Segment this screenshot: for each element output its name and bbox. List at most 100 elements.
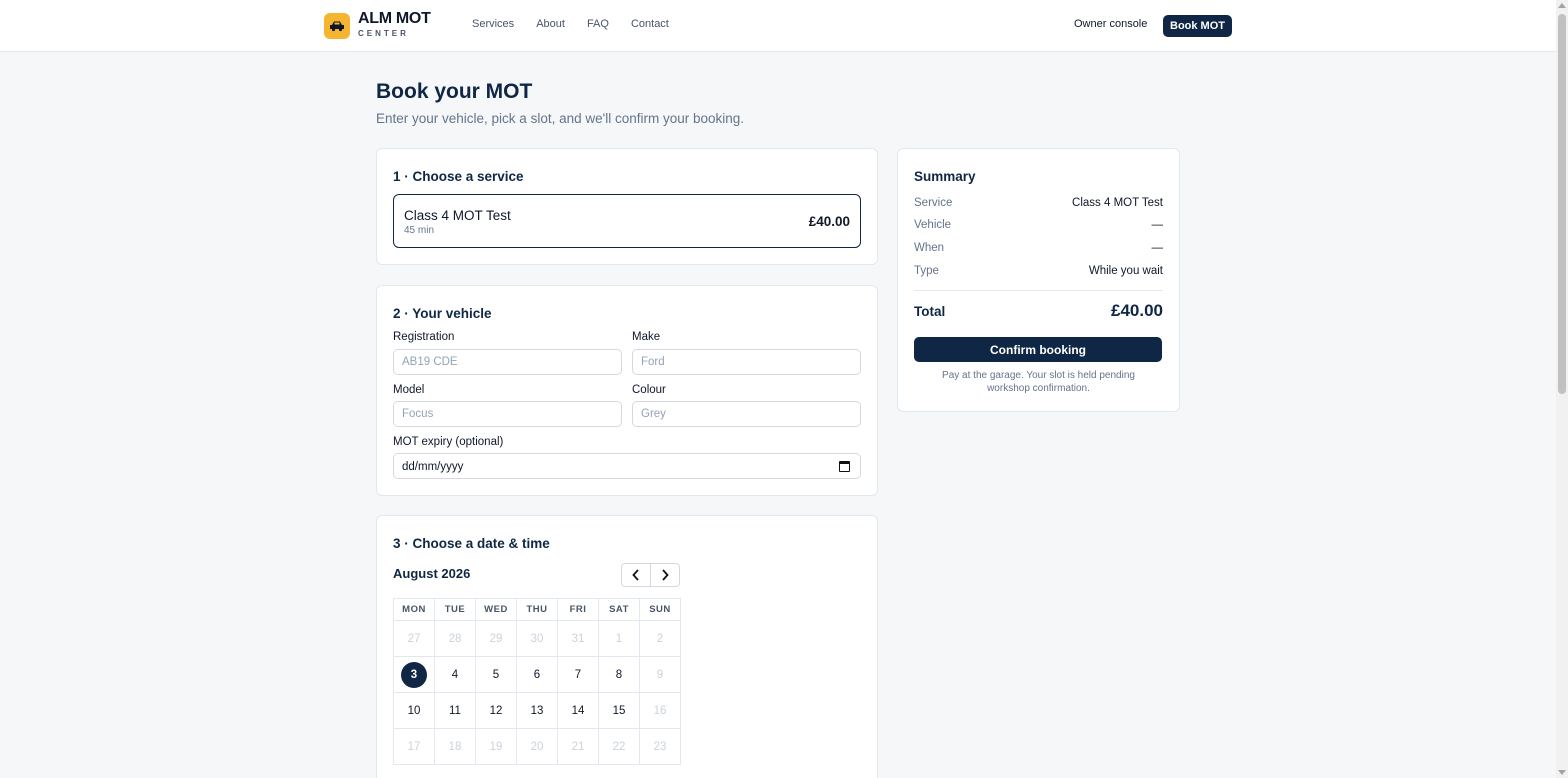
summary-value: — xyxy=(1151,219,1164,231)
nav-faq[interactable]: FAQ xyxy=(587,18,609,30)
calendar-day[interactable]: 11 xyxy=(435,693,476,729)
summary-key: Vehicle xyxy=(914,219,952,231)
calendar-day-selected[interactable]: 3 xyxy=(394,657,435,693)
vehicle-card: 2 · Your vehicle Registration Make Model… xyxy=(376,285,878,496)
page-subtitle: Enter your vehicle, pick a slot, and we'… xyxy=(376,111,745,126)
calendar-day-number: 17 xyxy=(407,740,421,753)
calendar-day[interactable]: 6 xyxy=(517,657,558,693)
calendar-day-number: 7 xyxy=(574,668,582,681)
calendar-day: 31 xyxy=(558,621,599,657)
calendar-day-number: 27 xyxy=(407,632,421,645)
vehicle-section-title: 2 · Your vehicle xyxy=(393,306,492,321)
summary-note: Pay at the garage. Your slot is held pen… xyxy=(942,370,1135,394)
calendar-day-number: 18 xyxy=(448,740,462,753)
calendar-day-number: 19 xyxy=(489,740,503,753)
calendar-day[interactable]: 5 xyxy=(476,657,517,693)
service-option-class4[interactable]: Class 4 MOT Test 45 min £40.00 xyxy=(393,194,861,248)
summary-value: — xyxy=(1151,242,1164,254)
previous-month-button[interactable] xyxy=(621,563,651,587)
mot-expiry-date-input[interactable]: dd/mm/yyyy xyxy=(393,453,861,479)
summary-divider xyxy=(914,290,1163,291)
calendar-day[interactable]: 14 xyxy=(558,693,599,729)
calendar-day[interactable]: 12 xyxy=(476,693,517,729)
calendar-day[interactable]: 4 xyxy=(435,657,476,693)
calendar-day-number: 30 xyxy=(530,632,544,645)
nav-about[interactable]: About xyxy=(536,18,565,30)
service-section-title: 1 · Choose a service xyxy=(393,169,524,184)
calendar-day: 20 xyxy=(517,729,558,765)
chevron-right-icon xyxy=(662,569,669,581)
nav-contact[interactable]: Contact xyxy=(631,18,669,30)
mot-expiry-label: MOT expiry (optional) xyxy=(393,436,504,448)
calendar-day-number: 5 xyxy=(492,668,500,681)
brand-name[interactable]: ALM MOT xyxy=(358,10,431,28)
scroll-up-arrow-icon[interactable] xyxy=(1558,3,1566,8)
top-navbar: ALM MOT CENTER Services About FAQ Contac… xyxy=(0,0,1556,52)
calendar-day[interactable]: 13 xyxy=(517,693,558,729)
calendar-day: 18 xyxy=(435,729,476,765)
weekday-header: MON xyxy=(394,599,435,621)
calendar-day-number: 29 xyxy=(489,632,503,645)
calendar-day-number: 9 xyxy=(656,668,664,681)
total-value: £40.00 xyxy=(1111,301,1163,320)
scroll-down-arrow-icon[interactable] xyxy=(1558,770,1566,775)
weekday-header: SAT xyxy=(599,599,640,621)
make-label: Make xyxy=(632,331,661,343)
weekday-header: FRI xyxy=(558,599,599,621)
registration-label: Registration xyxy=(393,331,455,343)
weekday-header: WED xyxy=(476,599,517,621)
service-card: 1 · Choose a service Class 4 MOT Test 45… xyxy=(376,148,878,265)
calendar-day-number: 12 xyxy=(489,704,503,717)
next-month-button[interactable] xyxy=(650,563,680,587)
summary-key: Type xyxy=(914,265,939,277)
calendar-day: 30 xyxy=(517,621,558,657)
registration-input[interactable] xyxy=(393,349,622,375)
weekday-header: TUE xyxy=(435,599,476,621)
book-mot-button[interactable]: Book MOT xyxy=(1163,15,1232,37)
confirm-booking-button[interactable]: Confirm booking xyxy=(914,337,1162,362)
calendar-day-number: 4 xyxy=(451,668,459,681)
weekday-header: THU xyxy=(517,599,558,621)
page-scrollbar[interactable] xyxy=(1556,0,1568,778)
calendar-day-number: 8 xyxy=(615,668,623,681)
calendar-day-number: 13 xyxy=(530,704,544,717)
calendar-day: 19 xyxy=(476,729,517,765)
calendar-day[interactable]: 10 xyxy=(394,693,435,729)
weekday-header: SUN xyxy=(640,599,681,621)
calendar-day: 23 xyxy=(640,729,681,765)
page-title: Book your MOT xyxy=(376,80,533,103)
calendar-icon[interactable] xyxy=(839,461,850,472)
service-price: £40.00 xyxy=(808,214,850,229)
summary-card: Summary Service Class 4 MOT Test Vehicle… xyxy=(897,148,1180,412)
calendar-day: 17 xyxy=(394,729,435,765)
service-name: Class 4 MOT Test xyxy=(404,208,511,223)
calendar-day-number: 14 xyxy=(571,704,585,717)
summary-value: Class 4 MOT Test xyxy=(1072,197,1163,209)
calendar-day: 2 xyxy=(640,621,681,657)
brand-logo[interactable] xyxy=(324,13,350,39)
service-duration: 45 min xyxy=(404,225,435,236)
calendar-day-number: 1 xyxy=(615,632,623,645)
calendar-day-number: 10 xyxy=(407,704,421,717)
calendar-day[interactable]: 15 xyxy=(599,693,640,729)
scroll-thumb[interactable] xyxy=(1558,14,1566,394)
model-input[interactable] xyxy=(393,401,622,427)
make-input[interactable] xyxy=(632,349,861,375)
brand-subtitle: CENTER xyxy=(358,29,409,38)
summary-title: Summary xyxy=(914,169,976,184)
owner-console-link[interactable]: Owner console xyxy=(1074,18,1147,30)
chevron-left-icon xyxy=(632,569,639,581)
colour-input[interactable] xyxy=(632,401,861,427)
colour-label: Colour xyxy=(632,384,666,396)
calendar-day[interactable]: 8 xyxy=(599,657,640,693)
calendar-day: 9 xyxy=(640,657,681,693)
calendar-grid: MON TUE WED THU FRI SAT SUN 27 28 29 30 31 1 2 3 4 5 6 7 8 9… xyxy=(393,598,681,765)
calendar-day: 22 xyxy=(599,729,640,765)
calendar-day-number: 16 xyxy=(653,704,667,717)
calendar-day[interactable]: 7 xyxy=(558,657,599,693)
model-label: Model xyxy=(393,384,425,396)
summary-key: When xyxy=(914,242,945,254)
nav-services[interactable]: Services xyxy=(472,18,514,30)
date-time-card: 3 · Choose a date & time August 2026 MON… xyxy=(376,515,878,778)
calendar-day-number: 20 xyxy=(530,740,544,753)
